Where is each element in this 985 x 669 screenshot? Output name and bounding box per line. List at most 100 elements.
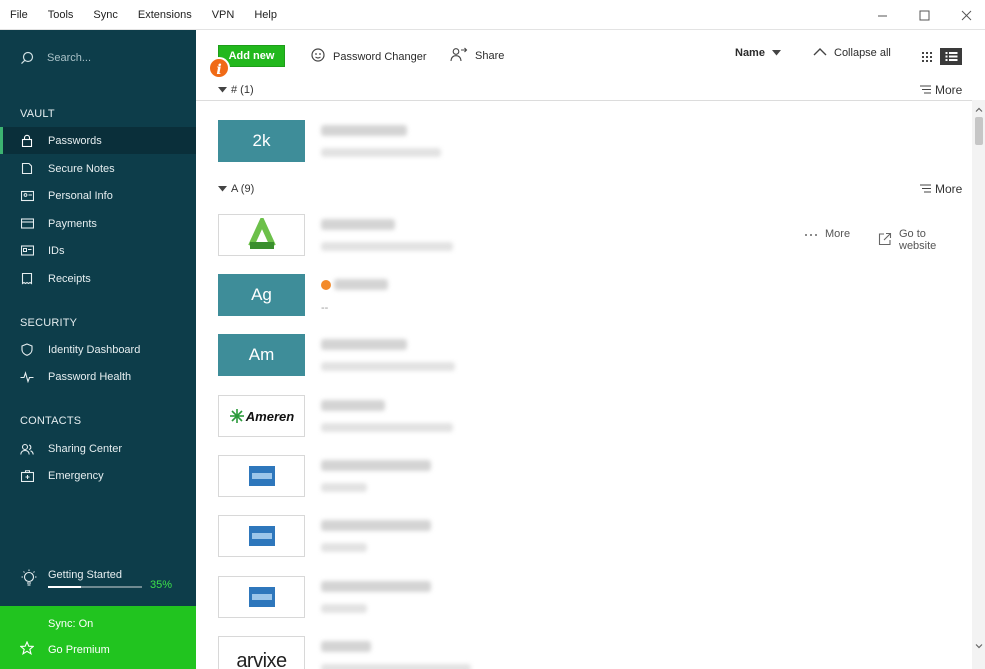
minimize-button[interactable] bbox=[862, 0, 902, 30]
scroll-up-button[interactable] bbox=[972, 102, 985, 116]
menu-help[interactable]: Help bbox=[245, 0, 288, 30]
grid-view-button[interactable] bbox=[916, 48, 938, 65]
sidebar-item-receipts[interactable]: Receipts bbox=[0, 265, 196, 292]
list-item[interactable]: Ameren bbox=[218, 395, 958, 439]
sidebar-item-label: Identity Dashboard bbox=[48, 343, 141, 356]
sidebar-search[interactable]: Search... bbox=[20, 51, 91, 65]
toolbar: Add new i Password Changer Share Name Co… bbox=[196, 30, 985, 82]
share-button[interactable]: Share bbox=[450, 47, 504, 65]
list-item[interactable] bbox=[218, 576, 958, 620]
password-changer-button[interactable]: Password Changer bbox=[310, 47, 427, 66]
caret-down-icon bbox=[218, 183, 227, 195]
star-icon bbox=[19, 640, 35, 658]
list-item[interactable] bbox=[218, 515, 958, 559]
item-logo bbox=[218, 455, 305, 497]
list-item[interactable]: Ag -- bbox=[218, 274, 958, 318]
item-title-blurred bbox=[321, 400, 385, 411]
item-title-blurred bbox=[334, 279, 388, 290]
group-header-a[interactable]: A (9) bbox=[218, 183, 254, 195]
group-header-label: # (1) bbox=[231, 84, 254, 96]
menu-tools[interactable]: Tools bbox=[39, 0, 85, 30]
external-link-icon bbox=[878, 232, 892, 249]
lock-icon bbox=[20, 134, 34, 148]
ameren-wordmark: Ameren bbox=[245, 408, 295, 424]
go-premium-button[interactable]: Go Premium bbox=[19, 640, 110, 658]
item-title-blurred bbox=[321, 520, 431, 531]
contacts-heading: CONTACTS bbox=[20, 415, 82, 427]
list-icon bbox=[945, 52, 957, 61]
sort-dropdown[interactable]: Name bbox=[735, 47, 781, 59]
caret-down-icon bbox=[218, 84, 227, 96]
group-more-label: More bbox=[935, 83, 963, 97]
maximize-button[interactable] bbox=[904, 0, 944, 30]
sidebar-item-payments[interactable]: Payments bbox=[0, 210, 196, 237]
scrollbar-thumb[interactable] bbox=[975, 117, 983, 145]
close-icon bbox=[961, 10, 971, 20]
a2-logo-icon bbox=[247, 218, 276, 249]
go-to-website-button[interactable]: Go to website bbox=[878, 228, 958, 252]
sidebar-item-secure-notes[interactable]: Secure Notes bbox=[0, 155, 196, 182]
getting-started[interactable]: Getting Started 35% bbox=[20, 567, 180, 597]
sidebar-item-ids[interactable]: IDs bbox=[0, 237, 196, 264]
list-item[interactable]: More Go to website bbox=[218, 214, 958, 258]
list-item[interactable]: 2k bbox=[218, 120, 958, 164]
vertical-scrollbar[interactable] bbox=[972, 100, 985, 669]
amex-logo-icon bbox=[248, 526, 275, 546]
menu-bar: File Tools Sync Extensions VPN Help bbox=[0, 0, 985, 30]
sort-label: Name bbox=[735, 47, 765, 59]
sync-status[interactable]: Sync: On bbox=[20, 618, 93, 630]
collapse-all-button[interactable]: Collapse all bbox=[813, 47, 891, 59]
item-avatar: Am bbox=[218, 334, 305, 376]
row-more-button[interactable]: More bbox=[804, 228, 850, 240]
id-card-icon bbox=[20, 244, 34, 258]
collapse-all-label: Collapse all bbox=[834, 47, 891, 59]
sidebar-item-sharing-center[interactable]: Sharing Center bbox=[0, 435, 196, 462]
item-title-blurred bbox=[321, 460, 431, 471]
list-view-button[interactable] bbox=[940, 48, 962, 65]
lightbulb-icon bbox=[20, 569, 38, 592]
menu-lines-icon bbox=[920, 182, 931, 196]
menu-file[interactable]: File bbox=[0, 0, 39, 30]
minimize-icon bbox=[877, 15, 887, 16]
password-changer-icon bbox=[310, 47, 326, 66]
group-header-label: A (9) bbox=[231, 183, 255, 195]
progress-fill bbox=[48, 586, 81, 588]
group-header-hash[interactable]: # (1) bbox=[218, 84, 254, 96]
sidebar-item-personal-info[interactable]: Personal Info bbox=[0, 182, 196, 209]
scroll-up-icon bbox=[975, 107, 982, 112]
menu-sync[interactable]: Sync bbox=[84, 0, 128, 30]
group-more-button[interactable]: More bbox=[920, 182, 962, 196]
item-avatar: 2k bbox=[218, 120, 305, 162]
list-item[interactable]: Am bbox=[218, 334, 958, 378]
sidebar-item-identity-dashboard[interactable]: Identity Dashboard bbox=[0, 336, 196, 363]
close-button[interactable] bbox=[946, 0, 985, 30]
note-icon bbox=[20, 162, 34, 176]
site-favicon bbox=[321, 280, 331, 290]
ellipsis-icon bbox=[804, 228, 818, 240]
group-more-button[interactable]: More bbox=[920, 83, 962, 97]
sidebar-item-password-health[interactable]: Password Health bbox=[0, 363, 196, 390]
menu-vpn[interactable]: VPN bbox=[203, 0, 246, 30]
item-logo bbox=[218, 515, 305, 557]
row-more-label: More bbox=[825, 228, 851, 240]
getting-started-label: Getting Started bbox=[48, 569, 122, 581]
scroll-down-button[interactable] bbox=[972, 639, 985, 653]
item-username-blurred bbox=[321, 543, 367, 552]
item-username-empty: -- bbox=[321, 302, 329, 314]
sidebar-item-passwords[interactable]: Passwords bbox=[0, 127, 196, 154]
item-username-blurred bbox=[321, 483, 367, 492]
info-icon[interactable]: i bbox=[208, 57, 230, 79]
list-item[interactable]: arvixe bbox=[218, 636, 958, 669]
users-icon bbox=[20, 442, 34, 456]
item-logo: Ameren bbox=[218, 395, 305, 437]
item-username-blurred bbox=[321, 423, 453, 432]
getting-started-percent: 35% bbox=[150, 579, 173, 591]
item-title-blurred bbox=[321, 641, 371, 652]
item-logo bbox=[218, 214, 305, 256]
sidebar-item-emergency[interactable]: Emergency bbox=[0, 462, 196, 489]
list-item[interactable] bbox=[218, 455, 958, 499]
first-aid-icon bbox=[20, 469, 34, 483]
search-icon bbox=[21, 51, 34, 65]
menu-extensions[interactable]: Extensions bbox=[129, 0, 203, 30]
getting-started-progress bbox=[48, 586, 142, 588]
